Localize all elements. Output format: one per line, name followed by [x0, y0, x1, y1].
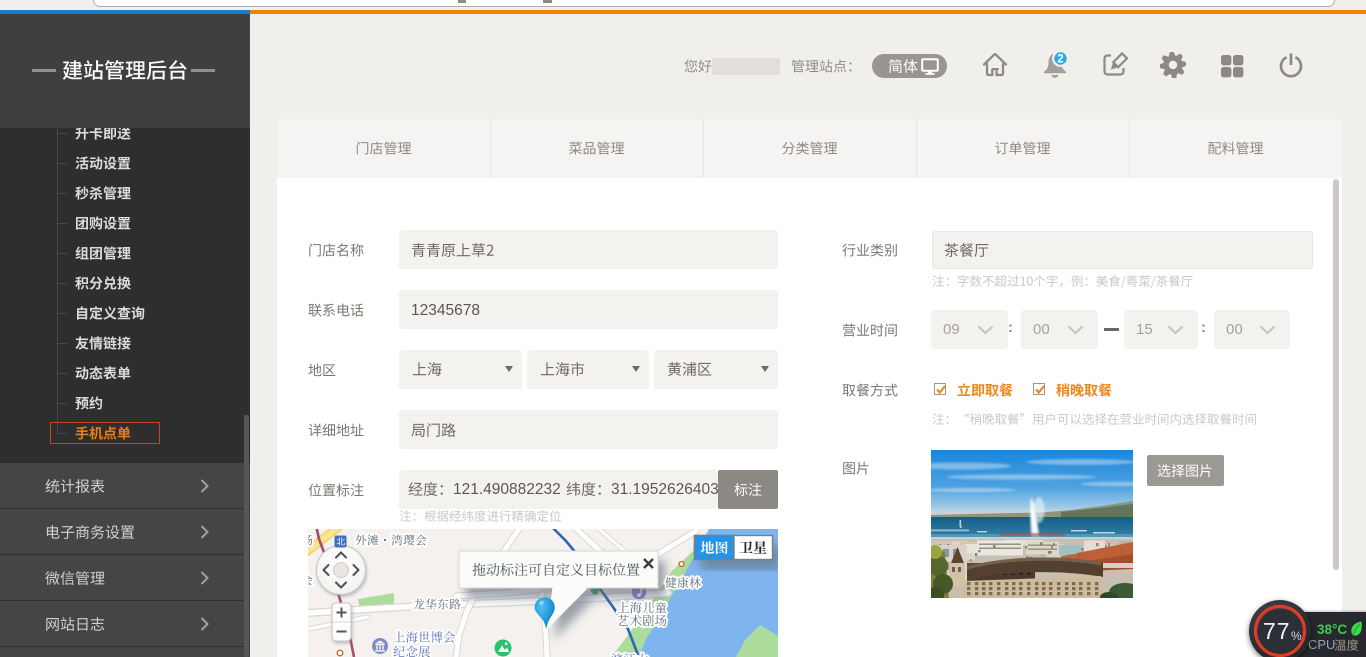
- svg-text:2: 2: [1057, 54, 1063, 66]
